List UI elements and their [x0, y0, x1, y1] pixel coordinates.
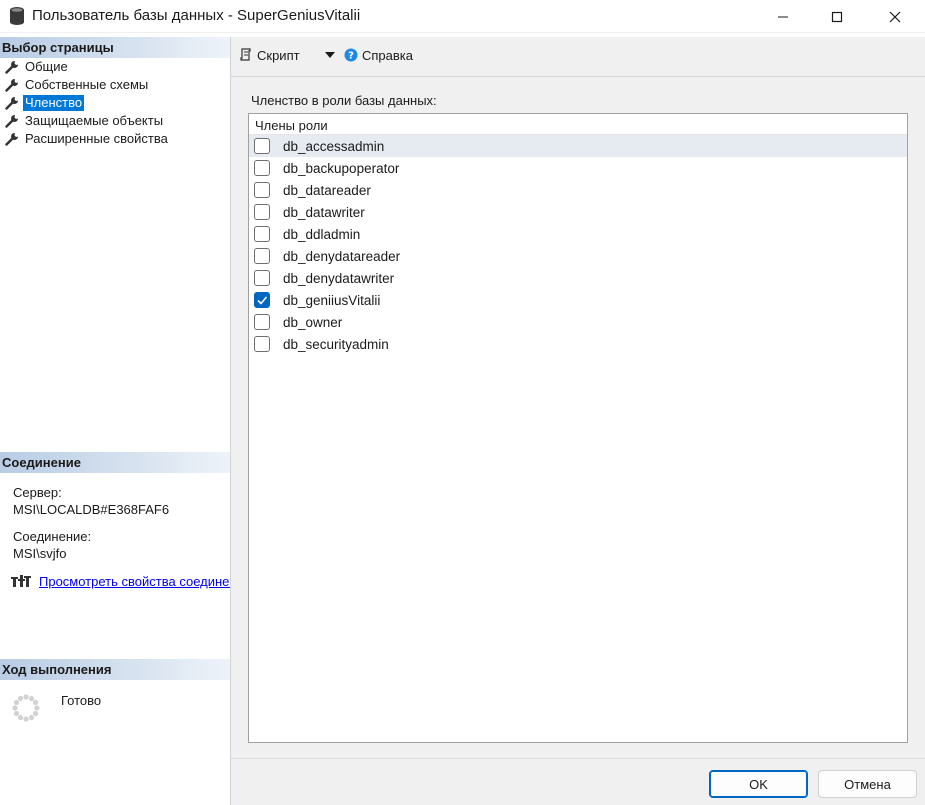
spinner-dot: [13, 699, 20, 706]
role-checkbox[interactable]: [254, 204, 270, 220]
page-select-header: Выбор страницы: [0, 37, 230, 58]
wrench-icon: [5, 115, 18, 128]
role-name: db_denydatawriter: [283, 270, 395, 286]
page-item[interactable]: Защищаемые объекты: [0, 112, 230, 130]
ok-button[interactable]: OK: [709, 770, 808, 798]
view-connection-properties-link[interactable]: Просмотреть свойства соединения: [39, 574, 230, 589]
page-item[interactable]: Общие: [0, 58, 230, 76]
role-name: db_securityadmin: [283, 336, 389, 352]
page-list: Общие Собственные схемы Членство Защищаемые…: [0, 58, 230, 148]
connection-properties-icon: [11, 575, 31, 587]
wrench-icon: [5, 61, 18, 74]
membership-content: Членство в роли базы данных: Члены роли …: [231, 78, 925, 758]
maximize-icon: [831, 11, 843, 22]
left-panel: Выбор страницы Общие Собственные схемы Чле…: [0, 37, 231, 805]
role-checkbox[interactable]: [254, 292, 270, 308]
role-row[interactable]: db_securityadmin: [249, 333, 907, 355]
spinner-dot: [32, 699, 39, 706]
spinner-dot: [28, 714, 35, 721]
wrench-icon: [5, 79, 18, 92]
role-checkbox[interactable]: [254, 248, 270, 264]
svg-text:?: ?: [348, 51, 354, 62]
minimize-icon: [778, 16, 788, 17]
dialog-footer: OK Отмена: [231, 758, 925, 805]
cancel-button[interactable]: Отмена: [818, 770, 917, 798]
page-item-label: Собственные схемы: [25, 77, 149, 92]
page-item-label: Общие: [25, 59, 68, 74]
minimize-button[interactable]: [756, 0, 810, 33]
connection-value: MSI\svjfo: [13, 546, 67, 561]
role-checkbox[interactable]: [254, 226, 270, 242]
role-row[interactable]: db_owner: [249, 311, 907, 333]
role-row[interactable]: db_denydatawriter: [249, 267, 907, 289]
role-checkbox[interactable]: [254, 160, 270, 176]
server-label: Сервер:: [13, 485, 62, 500]
membership-section-label: Членство в роли базы данных:: [251, 93, 437, 108]
role-name: db_ddladmin: [283, 226, 361, 242]
spinner-dot: [23, 694, 29, 700]
role-row[interactable]: db_geniiusVitalii: [249, 289, 907, 311]
maximize-button[interactable]: [810, 0, 864, 33]
window-title: Пользователь базы данных - SuperGeniusVi…: [32, 7, 361, 24]
role-name: db_datawriter: [283, 204, 365, 220]
role-checkbox[interactable]: [254, 182, 270, 198]
spinner-dot: [23, 716, 29, 722]
page-item-label: Расширенные свойства: [25, 131, 168, 146]
role-list: db_accessadmin db_backupoperator db_datare…: [249, 135, 907, 355]
checkmark-icon: [257, 296, 268, 305]
progress-header: Ход выполнения: [0, 659, 230, 680]
close-icon: [889, 11, 901, 22]
connection-header: Соединение: [0, 452, 230, 473]
role-row[interactable]: db_backupoperator: [249, 157, 907, 179]
connection-label: Соединение:: [13, 529, 92, 544]
spinner-dot: [12, 705, 18, 711]
role-name: db_geniiusVitalii: [283, 292, 381, 308]
wrench-icon: [5, 97, 18, 110]
page-item[interactable]: Членство: [0, 94, 230, 112]
role-name: db_denydatareader: [283, 248, 401, 264]
spinner-dot: [13, 710, 20, 717]
server-value: MSI\LOCALDB#E368FAF6: [13, 502, 170, 517]
role-row[interactable]: db_ddladmin: [249, 223, 907, 245]
chevron-down-icon: [325, 52, 335, 58]
wrench-icon: [5, 133, 18, 146]
role-row[interactable]: db_datawriter: [249, 201, 907, 223]
role-checkbox[interactable]: [254, 270, 270, 286]
role-name: db_datareader: [283, 182, 371, 198]
script-label: Скрипт: [257, 47, 300, 63]
role-name: db_accessadmin: [283, 138, 385, 154]
help-button[interactable]: ? Справка: [344, 44, 413, 66]
page-item[interactable]: Собственные схемы: [0, 76, 230, 94]
title-bar[interactable]: Пользователь базы данных - SuperGeniusVi…: [0, 0, 925, 33]
progress-status: Готово: [61, 693, 102, 708]
page-item-label: Членство: [23, 95, 85, 111]
close-button[interactable]: [868, 0, 922, 33]
toolbar: Скрипт ? Справка: [231, 37, 925, 77]
role-name: db_owner: [283, 314, 343, 330]
page-item-label: Защищаемые объекты: [25, 113, 164, 128]
script-button[interactable]: Скрипт: [239, 44, 300, 66]
role-checkbox[interactable]: [254, 314, 270, 330]
role-checkbox[interactable]: [254, 138, 270, 154]
page-item[interactable]: Расширенные свойства: [0, 130, 230, 148]
role-row[interactable]: db_denydatareader: [249, 245, 907, 267]
progress-spinner-icon: [12, 694, 40, 722]
spinner-dot: [34, 705, 40, 711]
script-dropdown-button[interactable]: [323, 44, 337, 66]
spinner-dot: [32, 710, 39, 717]
role-name: db_backupoperator: [283, 160, 400, 176]
role-row[interactable]: db_accessadmin: [249, 135, 907, 157]
spinner-dot: [28, 695, 35, 702]
spinner-dot: [17, 714, 24, 721]
column-header-role-members: Члены роли: [249, 114, 907, 135]
right-panel: Скрипт ? Справка Членство в роли базы да…: [231, 37, 925, 758]
role-row[interactable]: db_datareader: [249, 179, 907, 201]
database-icon: [10, 7, 24, 25]
help-icon: ?: [344, 48, 358, 62]
role-checkbox[interactable]: [254, 336, 270, 352]
help-label: Справка: [362, 47, 413, 63]
spinner-dot: [17, 695, 24, 702]
role-members-grid: Члены роли db_accessadmin db_backupoperat…: [248, 113, 908, 743]
script-icon: [240, 48, 251, 61]
